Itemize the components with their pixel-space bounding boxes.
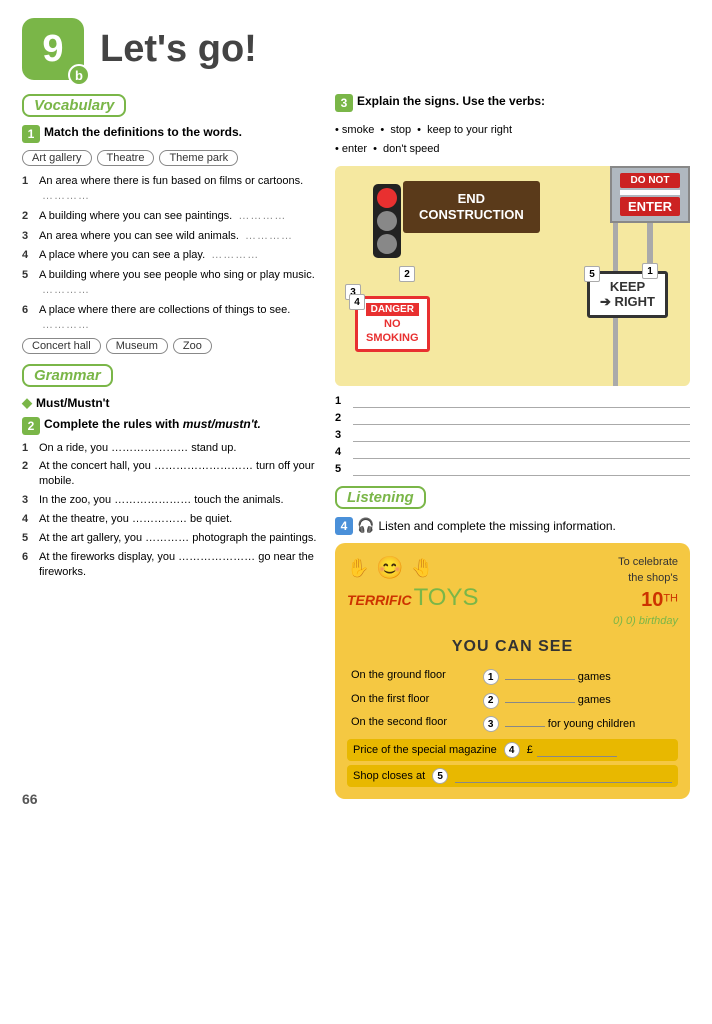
hand-left-icon: ✋ [347, 558, 369, 579]
grammar-list: 1 On a ride, you ………………… stand up. 2 At … [22, 441, 317, 580]
chip-art-gallery: Art gallery [22, 150, 92, 166]
no-smoking-sign: DANGER NOSMOKING [355, 296, 430, 351]
grammar-section: Grammar ◆ Must/Mustn't 2 Complete the ru… [22, 364, 317, 580]
headphones-icon: 🎧 [357, 517, 374, 534]
page-header: 9 b Let's go! [22, 18, 690, 80]
chapter-sub: b [75, 68, 83, 83]
tl-green-light [377, 234, 397, 254]
exercise4-instruction: Listen and complete the missing informat… [378, 519, 615, 533]
chip-concert-hall: Concert hall [22, 338, 101, 354]
birthday-answer: 0) 0) birthday [613, 614, 678, 629]
definitions-list: 1 An area where there is fun based on fi… [22, 174, 317, 333]
exercise2-instruction: Complete the rules with must/mustn't. [44, 417, 261, 433]
chip-zoo: Zoo [173, 338, 212, 354]
list-item: 6 At the fireworks display, you ………………… … [22, 550, 317, 580]
list-item: 6 A place where there are collections of… [22, 303, 317, 333]
answer-line: 3 [335, 428, 690, 442]
chapter-sub-badge: b [68, 64, 90, 86]
terrific-text: TERRIFIC [347, 592, 412, 608]
left-column: Vocabulary 1 Match the definitions to th… [22, 94, 317, 799]
sign-num-2: 2 [399, 266, 415, 282]
do-not-enter-sign: DO NOT ENTER 1 [610, 166, 690, 279]
exercise4-badge: 4 [335, 517, 353, 535]
signs-verbs: • smoke • stop • keep to your right • en… [335, 121, 690, 158]
list-item: 4 At the theatre, you …………… be quiet. [22, 512, 317, 527]
table-row: On the ground floor 1 games [347, 664, 678, 688]
answer-line: 5 [335, 462, 690, 476]
list-item: 3 An area where you can see wild animals… [22, 229, 317, 244]
birthday-info: To celebrate the shop's 10TH 0) 0) birth… [613, 555, 678, 629]
diamond-icon: ◆ [22, 395, 32, 411]
tl-yellow-light [377, 211, 397, 231]
you-can-see: YOU CAN SEE [347, 638, 678, 656]
list-item: 1 On a ride, you ………………… stand up. [22, 441, 317, 456]
answer-line: 4 [335, 445, 690, 459]
listening-section-header: Listening [335, 486, 426, 509]
chip-museum: Museum [106, 338, 168, 354]
page-number: 66 [22, 791, 38, 807]
hand-right-icon: ✋ [411, 558, 433, 579]
chips-top: Art gallery Theatre Theme park [22, 150, 317, 166]
list-item: 1 An area where there is fun based on fi… [22, 174, 317, 204]
signs-image-area: DO NOT ENTER 1 [335, 166, 690, 386]
list-item: 2 At the concert hall, you ……………………… tur… [22, 459, 317, 489]
list-item: 4 A place where you can see a play. ………… [22, 248, 317, 263]
sign-num-1: 1 [642, 263, 658, 279]
tl-red-light [377, 188, 397, 208]
sign-num-4: 4 [349, 294, 365, 310]
toys-text: TOYS [414, 584, 479, 612]
chips-bottom: Concert hall Museum Zoo [22, 338, 317, 354]
must-title: ◆ Must/Mustn't [22, 395, 317, 411]
toys-branding: ✋ 😊 ✋ TERRIFIC TOYS [347, 555, 478, 612]
list-item: 5 At the art gallery, you ………… photograp… [22, 531, 317, 546]
price-row: Price of the special magazine 4 £ [347, 739, 678, 761]
chip-theme-park: Theme park [159, 150, 238, 166]
exercise2-badge: 2 [22, 417, 40, 435]
exercise1-badge: 1 [22, 125, 40, 143]
exercise3-header: 3 Explain the signs. Use the verbs: [335, 94, 690, 116]
end-construction-sign: ENDCONSTRUCTION [403, 181, 540, 232]
floor-table: On the ground floor 1 games On the first… [347, 664, 678, 735]
shop-closes-row: Shop closes at 5 [347, 765, 678, 787]
signs-instruction: Explain the signs. Use the verbs: [357, 94, 545, 108]
answer-line: 1 [335, 394, 690, 408]
table-row: On the second floor 3 for young children [347, 711, 678, 735]
toys-card: ✋ 😊 ✋ TERRIFIC TOYS To celebrate the [335, 543, 690, 799]
exercise1-header: 1 Match the definitions to the words. [22, 125, 317, 143]
vocabulary-section-header: Vocabulary [22, 94, 126, 117]
toys-logo-row: ✋ 😊 ✋ [347, 555, 478, 581]
terrific-toys-name: TERRIFIC TOYS [347, 584, 478, 612]
exercise2-header: 2 Complete the rules with must/mustn't. [22, 417, 317, 435]
chapter-badge: 9 b [22, 18, 84, 80]
page-title: Let's go! [100, 28, 257, 71]
exercise1-instruction: Match the definitions to the words. [44, 125, 242, 141]
sign-num-5: 5 [584, 266, 600, 282]
toys-header: ✋ 😊 ✋ TERRIFIC TOYS To celebrate the [347, 555, 678, 629]
smiley-icon: 😊 [376, 555, 403, 581]
right-column: 3 Explain the signs. Use the verbs: • sm… [335, 94, 690, 799]
chapter-number: 9 [42, 28, 63, 71]
signs-answer-lines: 1 2 3 4 5 [335, 394, 690, 476]
chip-theatre: Theatre [97, 150, 155, 166]
list-item: 3 In the zoo, you ………………… touch the anim… [22, 493, 317, 508]
listening-section: Listening 4 🎧 Listen and complete the mi… [335, 486, 690, 799]
grammar-section-header: Grammar [22, 364, 113, 387]
exercise3-badge: 3 [335, 94, 353, 112]
answer-line: 2 [335, 411, 690, 425]
list-item: 5 A building where you see people who si… [22, 268, 317, 298]
table-row: On the first floor 2 games [347, 687, 678, 711]
list-item: 2 A building where you can see paintings… [22, 209, 317, 224]
exercise4-header: 4 🎧 Listen and complete the missing info… [335, 517, 690, 535]
